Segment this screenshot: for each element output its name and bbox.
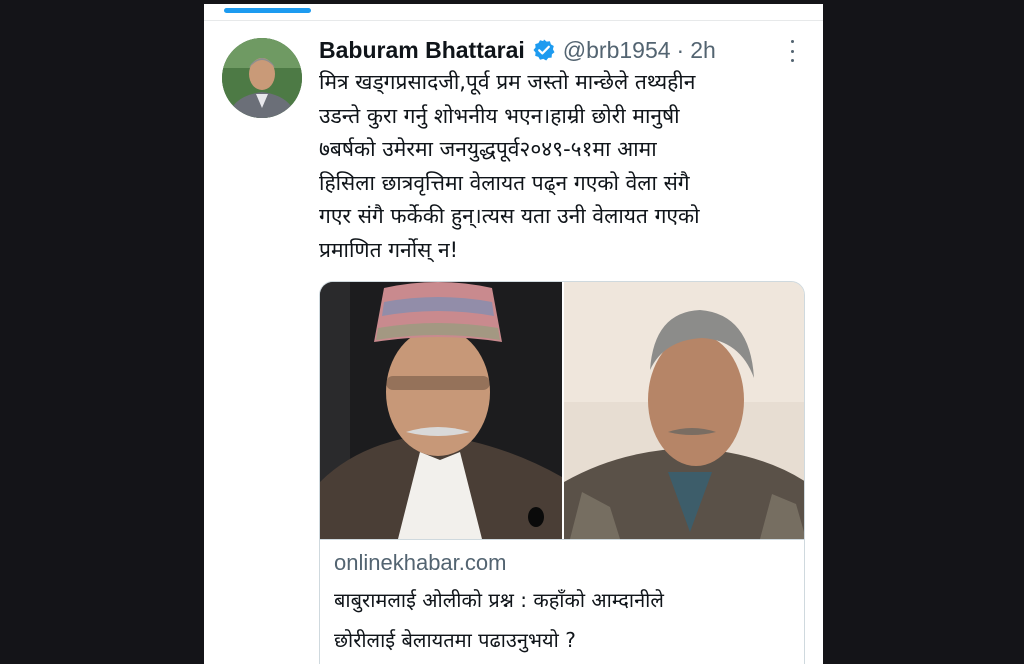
verified-badge-icon: [532, 38, 556, 62]
link-domain: onlinekhabar.com: [334, 550, 507, 575]
active-tab-indicator: [224, 8, 311, 13]
tweet-text-line: गएर संगै फर्केकी हुन्।त्यस यता उनी वेलाय…: [319, 204, 700, 228]
tweet-text-line: ७बर्षको उमेरमा जनयुद्धपूर्व२०४९-५१मा आमा: [319, 137, 657, 161]
tweet-text-line: प्रमाणित गर्नोस् न!: [319, 237, 459, 262]
tweet-text-line: मित्र खड्गप्रसादजी,पूर्व प्रम जस्तो मान्…: [319, 70, 696, 94]
link-title-line: बाबुरामलाई ओलीको प्रश्न : कहाँको आम्दानी…: [334, 588, 664, 612]
tweet-text-line: हिसिला छात्रवृत्तिमा वेलायत पढ्न गएको वे…: [319, 170, 690, 195]
link-preview-card[interactable]: onlinekhabar.com बाबुरामलाई ओलीको प्रश्न…: [319, 281, 805, 664]
avatar-photo: [222, 38, 302, 118]
divider: [204, 20, 823, 21]
tweet-timestamp[interactable]: 2h: [690, 37, 716, 64]
link-preview-meta: onlinekhabar.com बाबुरामलाई ओलीको प्रश्न…: [320, 539, 804, 660]
more-options-icon[interactable]: [782, 40, 802, 62]
link-title-line: छोरीलाई बेलायतमा पढाउनुभयो ?: [334, 628, 576, 652]
link-title[interactable]: बाबुरामलाई ओलीको प्रश्न : कहाँको आम्दानी…: [334, 580, 790, 660]
tweet-panel: Baburam Bhattarai @brb1954 · 2h मित्र खड…: [204, 4, 823, 664]
tweet-text: मित्र खड्गप्रसादजी,पूर्व प्रम जस्तो मान्…: [319, 66, 789, 267]
separator-dot: ·: [676, 36, 685, 63]
author-handle[interactable]: @brb1954: [563, 37, 671, 64]
tweet-text-line: उडन्ते कुरा गर्नु शोभनीय भएन।हाम्री छोरी…: [319, 103, 680, 128]
author-display-name[interactable]: Baburam Bhattarai: [319, 37, 525, 64]
link-preview-image: [320, 282, 804, 539]
avatar[interactable]: [222, 38, 302, 118]
tweet-header: Baburam Bhattarai @brb1954 · 2h: [319, 34, 716, 66]
